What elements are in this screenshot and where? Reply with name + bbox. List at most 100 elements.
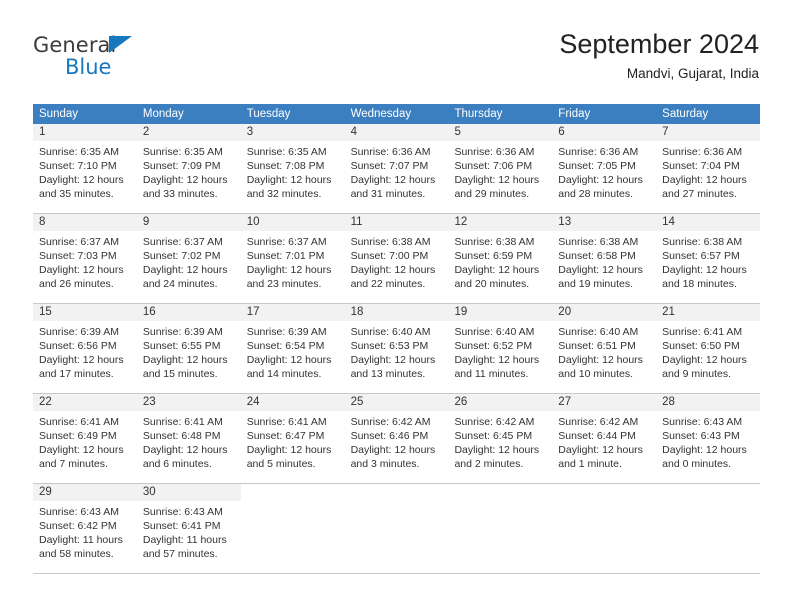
calendar-day-cell[interactable]: 22 Sunrise: 6:41 AM Sunset: 6:49 PM Dayligh… (33, 394, 137, 483)
day-number-band: 6 (552, 124, 657, 141)
day-details: Sunrise: 6:42 AM Sunset: 6:46 PM Daylight:… (345, 411, 449, 471)
weekday-header-wednesday: Wednesday (345, 104, 449, 124)
calendar-day-cell[interactable]: 30 Sunrise: 6:43 AM Sunset: 6:41 PM Dayligh… (136, 484, 241, 573)
daylight-text-line2: and 19 minutes. (558, 278, 634, 290)
sunset-text: Sunset: 6:51 PM (558, 340, 636, 352)
daylight-text-line1: Daylight: 12 hours (350, 264, 436, 276)
calendar-day-cell[interactable]: 17 Sunrise: 6:39 AM Sunset: 6:54 PM Dayligh… (240, 304, 345, 393)
day-details: Sunrise: 6:37 AM Sunset: 7:03 PM Daylight:… (33, 231, 137, 291)
day-number-band: 30 (136, 484, 241, 501)
daylight-text-line2: and 20 minutes. (454, 278, 530, 290)
calendar-day-cell[interactable]: 7 Sunrise: 6:36 AM Sunset: 7:04 PM Daylight… (656, 124, 761, 213)
calendar-day-cell[interactable]: 13 Sunrise: 6:38 AM Sunset: 6:58 PM Dayligh… (552, 214, 657, 303)
weekday-label: Sunday (39, 108, 79, 120)
day-details: Sunrise: 6:41 AM Sunset: 6:50 PM Daylight:… (656, 321, 760, 381)
day-details: Sunrise: 6:39 AM Sunset: 6:56 PM Daylight:… (33, 321, 137, 381)
calendar-day-cell[interactable]: 6 Sunrise: 6:36 AM Sunset: 7:05 PM Daylight… (552, 124, 657, 213)
sunrise-text: Sunrise: 6:36 AM (350, 146, 431, 158)
sunset-text: Sunset: 6:57 PM (662, 250, 740, 262)
day-number-band: 9 (136, 214, 241, 231)
calendar-day-cell[interactable]: 28 Sunrise: 6:43 AM Sunset: 6:43 PM Dayligh… (656, 394, 761, 483)
calendar-week-row: 15 Sunrise: 6:39 AM Sunset: 6:56 PM Dayligh… (33, 304, 761, 394)
calendar-day-cell[interactable]: 16 Sunrise: 6:39 AM Sunset: 6:55 PM Dayligh… (136, 304, 241, 393)
day-number-band: 27 (552, 394, 657, 411)
day-number-band: 14 (656, 214, 761, 231)
calendar-day-cell[interactable]: 2 Sunrise: 6:35 AM Sunset: 7:09 PM Daylight… (136, 124, 241, 213)
calendar-day-cell[interactable]: 12 Sunrise: 6:38 AM Sunset: 6:59 PM Dayligh… (448, 214, 553, 303)
daylight-text-line2: and 57 minutes. (142, 548, 218, 560)
day-number: 25 (350, 396, 364, 408)
calendar-day-cell-empty (240, 484, 345, 573)
calendar-day-cell[interactable]: 11 Sunrise: 6:38 AM Sunset: 7:00 PM Dayligh… (344, 214, 449, 303)
sunrise-text: Sunrise: 6:41 AM (142, 416, 223, 428)
calendar-day-cell[interactable]: 9 Sunrise: 6:37 AM Sunset: 7:02 PM Daylight… (136, 214, 241, 303)
calendar-day-cell[interactable]: 15 Sunrise: 6:39 AM Sunset: 6:56 PM Dayligh… (33, 304, 137, 393)
general-blue-logo[interactable]: General Blue (33, 33, 233, 87)
day-number-band: 26 (448, 394, 553, 411)
day-number-band: 5 (448, 124, 553, 141)
sunrise-text: Sunrise: 6:38 AM (454, 236, 535, 248)
calendar-day-cell[interactable]: 18 Sunrise: 6:40 AM Sunset: 6:53 PM Dayligh… (344, 304, 449, 393)
page-title: September 2024 (559, 29, 759, 59)
calendar-day-cell[interactable]: 8 Sunrise: 6:37 AM Sunset: 7:03 PM Daylight… (33, 214, 137, 303)
daylight-text-line1: Daylight: 12 hours (39, 264, 124, 276)
day-number-band: 22 (33, 394, 137, 411)
logo-triangle-icon (109, 36, 132, 53)
day-details: Sunrise: 6:37 AM Sunset: 7:02 PM Daylight:… (137, 231, 241, 291)
calendar-day-cell[interactable]: 23 Sunrise: 6:41 AM Sunset: 6:48 PM Dayligh… (136, 394, 241, 483)
day-number: 9 (142, 216, 150, 228)
day-number: 16 (142, 306, 156, 318)
day-details: Sunrise: 6:35 AM Sunset: 7:08 PM Daylight:… (241, 141, 345, 201)
day-number-band: 15 (33, 304, 137, 321)
day-details: Sunrise: 6:37 AM Sunset: 7:01 PM Daylight:… (241, 231, 345, 291)
sunset-text: Sunset: 7:03 PM (39, 250, 117, 262)
daylight-text-line1: Daylight: 12 hours (142, 264, 228, 276)
weekday-header-row: Sunday Monday Tuesday Wednesday Thursday… (33, 104, 760, 124)
day-details: Sunrise: 6:43 AM Sunset: 6:42 PM Daylight:… (33, 501, 137, 561)
daylight-text-line2: and 14 minutes. (246, 368, 322, 380)
sunrise-text: Sunrise: 6:35 AM (142, 146, 223, 158)
day-number: 7 (662, 126, 669, 138)
calendar-day-cell[interactable]: 26 Sunrise: 6:42 AM Sunset: 6:45 PM Dayligh… (448, 394, 553, 483)
daylight-text-line1: Daylight: 11 hours (142, 534, 227, 546)
calendar-day-cell[interactable]: 27 Sunrise: 6:42 AM Sunset: 6:44 PM Dayligh… (552, 394, 657, 483)
sunrise-text: Sunrise: 6:36 AM (558, 146, 639, 158)
daylight-text-line1: Daylight: 12 hours (662, 174, 747, 186)
daylight-text-line1: Daylight: 12 hours (454, 354, 540, 366)
weekday-header-sunday: Sunday (33, 104, 137, 124)
daylight-text-line1: Daylight: 12 hours (246, 174, 332, 186)
day-number-band: 23 (136, 394, 241, 411)
daylight-text-line2: and 10 minutes. (558, 368, 634, 380)
day-number-band (552, 484, 657, 501)
calendar-day-cell[interactable]: 14 Sunrise: 6:38 AM Sunset: 6:57 PM Dayligh… (656, 214, 761, 303)
day-number-band: 12 (448, 214, 553, 231)
sunset-text: Sunset: 7:05 PM (558, 160, 636, 172)
daylight-text-line1: Daylight: 12 hours (142, 444, 228, 456)
calendar-day-cell[interactable]: 25 Sunrise: 6:42 AM Sunset: 6:46 PM Dayligh… (344, 394, 449, 483)
day-number: 1 (39, 126, 46, 138)
day-details: Sunrise: 6:40 AM Sunset: 6:53 PM Daylight:… (345, 321, 449, 381)
calendar-day-cell[interactable]: 3 Sunrise: 6:35 AM Sunset: 7:08 PM Daylight… (240, 124, 345, 213)
day-number: 8 (39, 216, 46, 228)
day-number: 11 (350, 216, 363, 228)
calendar-day-cell[interactable]: 21 Sunrise: 6:41 AM Sunset: 6:50 PM Dayligh… (656, 304, 761, 393)
daylight-text-line2: and 3 minutes. (350, 458, 420, 470)
day-details: Sunrise: 6:36 AM Sunset: 7:06 PM Daylight:… (448, 141, 552, 201)
calendar-day-cell[interactable]: 24 Sunrise: 6:41 AM Sunset: 6:47 PM Dayligh… (240, 394, 345, 483)
daylight-text-line1: Daylight: 12 hours (39, 174, 124, 186)
daylight-text-line2: and 27 minutes. (662, 188, 737, 200)
calendar-day-cell[interactable]: 19 Sunrise: 6:40 AM Sunset: 6:52 PM Dayligh… (448, 304, 553, 393)
daylight-text-line2: and 15 minutes. (142, 368, 218, 380)
day-number-band: 1 (33, 124, 137, 141)
calendar-day-cell[interactable]: 29 Sunrise: 6:43 AM Sunset: 6:42 PM Dayligh… (33, 484, 137, 573)
daylight-text-line2: and 13 minutes. (350, 368, 426, 380)
calendar-day-cell[interactable]: 4 Sunrise: 6:36 AM Sunset: 7:07 PM Daylight… (344, 124, 449, 213)
calendar-day-cell[interactable]: 20 Sunrise: 6:40 AM Sunset: 6:51 PM Dayligh… (552, 304, 657, 393)
daylight-text-line2: and 28 minutes. (558, 188, 634, 200)
calendar-day-cell[interactable]: 5 Sunrise: 6:36 AM Sunset: 7:06 PM Daylight… (448, 124, 553, 213)
calendar-day-cell[interactable]: 10 Sunrise: 6:37 AM Sunset: 7:01 PM Dayligh… (240, 214, 345, 303)
sunrise-text: Sunrise: 6:41 AM (662, 326, 743, 338)
sunrise-text: Sunrise: 6:35 AM (246, 146, 327, 158)
day-number-band: 7 (656, 124, 761, 141)
calendar-day-cell[interactable]: 1 Sunrise: 6:35 AM Sunset: 7:10 PM Daylight… (33, 124, 137, 213)
